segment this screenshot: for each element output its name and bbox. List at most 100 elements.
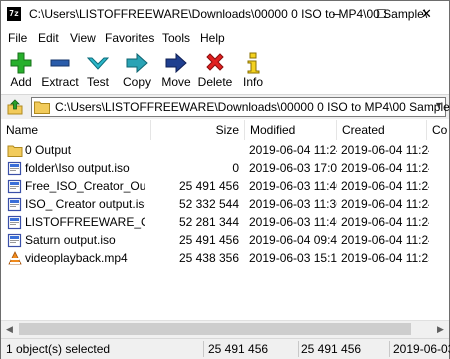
menu-file[interactable]: File [8,31,27,45]
file-size: 25 491 456 [178,179,239,193]
file-row[interactable]: folder\Iso output.iso 0 2019-06-03 17:02 20… [1,159,449,177]
info-button[interactable]: Info [233,52,273,90]
file-created: 2019-06-04 11:24 [341,215,429,229]
file-created: 2019-06-04 11:25 [341,251,429,265]
delete-button[interactable]: Delete [195,52,235,90]
copy-icon [126,52,148,74]
close-button[interactable]: ✕ [404,1,449,28]
add-icon [10,52,32,74]
status-divider [298,341,299,357]
app-icon: 7z [7,7,21,21]
menu-bar: File Edit View Favorites Tools Help [1,28,449,48]
add-button[interactable]: Add [1,52,41,90]
file-modified: 2019-06-04 09:42 [249,233,337,247]
menu-edit[interactable]: Edit [38,31,59,45]
path-input[interactable]: C:\Users\LISTOFFREEWARE\Downloads\00000 … [31,97,450,117]
iso-file-icon [7,233,22,248]
path-text: C:\Users\LISTOFFREEWARE\Downloads\00000 … [55,100,450,114]
test-button[interactable]: Test [78,52,118,90]
file-created: 2019-06-04 11:24 [341,179,429,193]
file-modified: 2019-06-03 11:46 [249,215,337,229]
scroll-left-icon[interactable]: ◀ [1,321,18,338]
menu-favorites[interactable]: Favorites [105,31,154,45]
file-name: Saturn output.iso [25,233,116,247]
info-label: Info [242,75,263,89]
menu-view[interactable]: View [70,31,96,45]
file-size: 25 438 356 [178,251,239,265]
move-icon [165,52,187,74]
title-bar: 7z C:\Users\LISTOFFREEWARE\Downloads\000… [1,1,449,28]
minimize-button[interactable]: – [314,1,359,28]
test-label: Test [86,75,109,89]
iso-file-icon [7,161,22,176]
file-modified: 2019-06-03 11:36 [249,197,337,211]
move-label: Move [161,75,191,89]
iso-file-icon [7,197,22,212]
file-row[interactable]: Free_ISO_Creator_Outp... 25 491 456 2019-0… [1,177,449,195]
file-size: 52 332 544 [178,197,239,211]
column-created[interactable]: Created [337,120,427,140]
file-name: videoplayback.mp4 [25,251,128,265]
folder-icon [7,145,23,157]
delete-icon [206,53,224,71]
file-row[interactable]: 0 Output 2019-06-04 11:24 2019-06-04 11:24 [1,141,449,159]
extract-icon [50,59,70,67]
column-modified[interactable]: Modified [245,120,337,140]
status-bar: 1 object(s) selected 25 491 456 25 491 4… [1,338,450,359]
file-modified: 2019-06-04 11:24 [249,143,337,157]
menu-help[interactable]: Help [200,31,225,45]
chevron-down-icon[interactable]: ▼ [434,100,443,110]
column-size[interactable]: Size [151,120,245,140]
scroll-right-icon[interactable]: ▶ [432,321,449,338]
copy-label: Copy [122,75,151,89]
file-name: ISO_ Creator output.iso [25,197,145,211]
status-divider [389,341,390,357]
file-name: LISTOFFREEWARE_OUT... [25,215,145,229]
list-header: Name Size Modified Created Co [1,120,449,140]
file-modified: 2019-06-03 15:10 [249,251,337,265]
file-row[interactable]: LISTOFFREEWARE_OUT... 52 281 344 2019-06-0… [1,213,449,231]
folder-up-icon[interactable] [7,99,23,115]
file-created: 2019-06-04 11:24 [341,197,429,211]
status-date: 2019-06-03 [393,342,450,356]
toolbar: Add Extract Test Copy Move Delete Info [1,48,449,92]
menu-tools[interactable]: Tools [162,31,190,45]
vlc-file-icon [8,251,22,265]
file-row[interactable]: Saturn output.iso 25 491 456 2019-06-04 09… [1,231,449,249]
extract-button[interactable]: Extract [40,52,80,90]
test-icon [87,57,109,70]
address-bar: C:\Users\LISTOFFREEWARE\Downloads\00000 … [1,94,450,119]
column-name[interactable]: Name [1,120,151,140]
file-row[interactable]: ISO_ Creator output.iso 52 332 544 2019-06… [1,195,449,213]
file-name: 0 Output [25,143,72,157]
file-created: 2019-06-04 11:24 [341,161,429,175]
app-window: 7z C:\Users\LISTOFFREEWARE\Downloads\000… [0,0,450,359]
horizontal-scrollbar[interactable]: ◀ ▶ [1,320,449,338]
file-modified: 2019-06-03 11:40 [249,179,337,193]
file-size: 25 491 456 [178,233,239,247]
status-packed: 25 491 456 [301,342,362,356]
extract-label: Extract [41,75,79,89]
copy-button[interactable]: Copy [117,52,157,90]
status-divider [203,341,204,357]
iso-file-icon [7,215,22,230]
iso-file-icon [7,179,22,194]
folder-icon [34,101,50,114]
file-created: 2019-06-04 11:24 [341,233,429,247]
status-size: 25 491 456 [208,342,269,356]
file-modified: 2019-06-03 17:02 [249,161,337,175]
move-button[interactable]: Move [156,52,196,90]
add-label: Add [10,75,32,89]
file-name: Free_ISO_Creator_Outp... [25,179,145,193]
file-size [151,141,239,159]
file-size: 0 [232,161,239,175]
maximize-button[interactable]: ☐ [359,1,404,28]
file-created: 2019-06-04 11:24 [341,143,429,157]
scrollbar-thumb[interactable] [19,323,411,335]
file-row[interactable]: videoplayback.mp4 25 438 356 2019-06-03 15… [1,249,449,267]
delete-label: Delete [197,75,233,89]
file-list: Name Size Modified Created Co 0 Output 20… [1,120,449,320]
column-comment[interactable]: Co [427,120,449,140]
file-name: folder\Iso output.iso [25,161,130,175]
status-selected: 1 object(s) selected [6,342,111,356]
